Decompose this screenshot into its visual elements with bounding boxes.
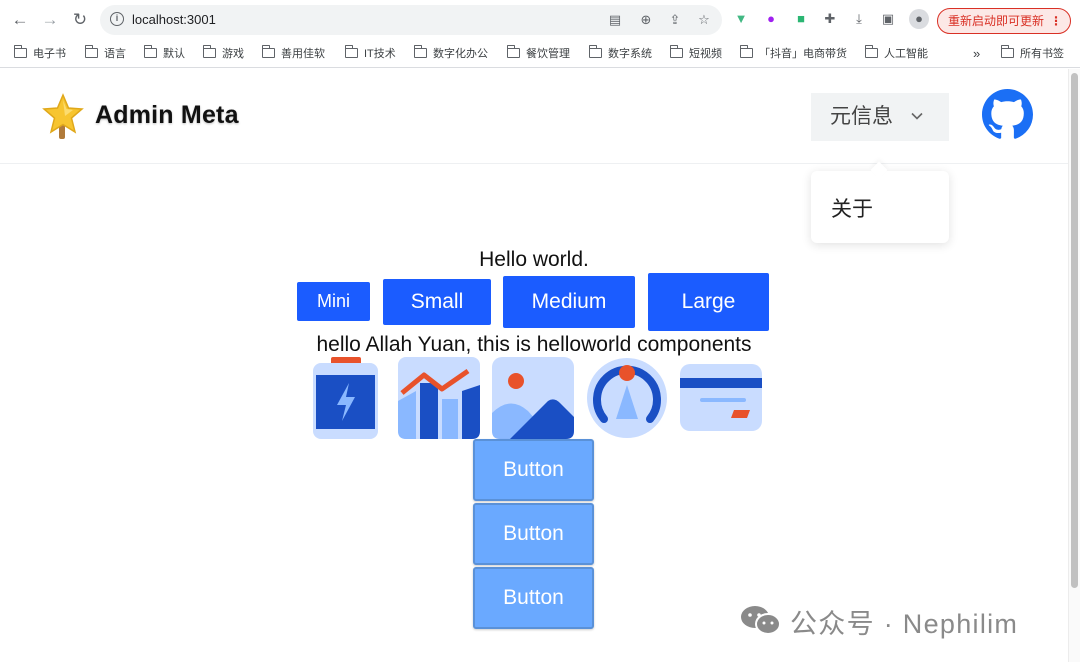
url-text[interactable]: localhost:3001 bbox=[132, 12, 216, 27]
share-icon[interactable]: ⇪ bbox=[668, 13, 682, 27]
site-header: Admin Meta 元信息 bbox=[0, 69, 1068, 164]
stacked-button[interactable]: Button bbox=[473, 503, 594, 565]
meta-info-menu: 关于 bbox=[811, 171, 949, 243]
medium-button[interactable]: Medium bbox=[503, 276, 635, 328]
hello-text: Hello world. bbox=[479, 248, 589, 271]
greeting-text: hello Allah Yuan, this is helloworld com… bbox=[316, 333, 752, 356]
more-menu-icon: ⋮ bbox=[1050, 14, 1062, 28]
watermark-text: 公众号 · Nephilim bbox=[790, 609, 1019, 639]
bookmark-folder[interactable]: 默认 bbox=[143, 45, 185, 63]
all-bookmarks-folder[interactable]: 所有书签 bbox=[1000, 45, 1064, 63]
trend-chart-icon bbox=[398, 357, 480, 439]
bookmarks-bar: 电子书 语言 默认 游戏 善用佳软 IT技术 数字化办公 餐饮管理 数字系统 短… bbox=[0, 40, 1080, 68]
site-info-icon[interactable]: i bbox=[110, 12, 124, 26]
bookmarks-overflow-button[interactable]: » bbox=[973, 45, 980, 63]
folder-icon bbox=[864, 45, 878, 58]
bookmark-folder[interactable]: 善用佳软 bbox=[261, 45, 325, 63]
bookmark-folder[interactable]: 人工智能 bbox=[864, 45, 928, 63]
github-icon[interactable] bbox=[982, 89, 1033, 140]
bookmark-folder[interactable]: IT技术 bbox=[344, 45, 396, 63]
folder-icon bbox=[506, 45, 520, 58]
bookmark-folder[interactable]: 「抖音」电商带货 bbox=[739, 45, 847, 63]
battery-charge-icon bbox=[313, 357, 378, 439]
folder-icon bbox=[13, 45, 27, 58]
folder-icon bbox=[261, 45, 275, 58]
meta-info-dropdown[interactable]: 元信息 bbox=[811, 93, 949, 141]
reload-icon[interactable]: ↻ bbox=[70, 10, 90, 30]
folder-icon bbox=[413, 45, 427, 58]
scrollbar-thumb[interactable] bbox=[1071, 73, 1078, 588]
vue-devtools-icon[interactable]: ▼ bbox=[733, 11, 749, 27]
folder-icon bbox=[1000, 45, 1014, 58]
bookmark-folder[interactable]: 语言 bbox=[84, 45, 126, 63]
bookmark-folder[interactable]: 数字系统 bbox=[588, 45, 652, 63]
landscape-image-icon bbox=[492, 357, 574, 439]
credit-card-icon bbox=[680, 364, 762, 431]
folder-icon bbox=[669, 45, 683, 58]
back-arrow-icon[interactable]: ← bbox=[10, 10, 30, 30]
stacked-button[interactable]: Button bbox=[473, 567, 594, 629]
large-button[interactable]: Large bbox=[648, 273, 769, 331]
restart-update-label: 重新启动即可更新 bbox=[948, 14, 1045, 28]
meta-info-dropdown-label: 元信息 bbox=[830, 105, 893, 128]
translate-icon[interactable]: ▤ bbox=[608, 13, 622, 27]
extensions-puzzle-icon[interactable]: ✚ bbox=[822, 11, 838, 27]
bookmark-folder[interactable]: 短视频 bbox=[669, 45, 722, 63]
bookmark-folder[interactable]: 数字化办公 bbox=[413, 45, 488, 63]
extension-purple-icon[interactable]: ● bbox=[763, 11, 779, 27]
bookmark-star-icon[interactable]: ☆ bbox=[697, 13, 711, 27]
profile-avatar-icon[interactable]: ● bbox=[909, 9, 929, 29]
small-button[interactable]: Small bbox=[383, 279, 491, 325]
forward-arrow-icon[interactable]: → bbox=[40, 10, 60, 30]
bookmark-folder[interactable]: 游戏 bbox=[202, 45, 244, 63]
chevron-down-icon bbox=[911, 112, 923, 120]
folder-icon bbox=[143, 45, 157, 58]
bookmark-folder[interactable]: 电子书 bbox=[13, 45, 66, 63]
side-panel-icon[interactable]: ▣ bbox=[880, 11, 896, 27]
browser-toolbar: ← → ↻ i localhost:3001 ▤ ⊕ ⇪ ☆ ▼ ● ■ ✚ ⤓… bbox=[0, 0, 1080, 40]
wechat-icon bbox=[741, 606, 781, 635]
zoom-icon[interactable]: ⊕ bbox=[639, 13, 653, 27]
site-title[interactable]: Admin Meta bbox=[95, 101, 239, 130]
address-bar[interactable]: i localhost:3001 ▤ ⊕ ⇪ ☆ bbox=[100, 5, 722, 35]
mini-button[interactable]: Mini bbox=[297, 282, 370, 321]
gauge-icon bbox=[587, 358, 667, 438]
folder-icon bbox=[588, 45, 602, 58]
folder-icon bbox=[739, 45, 753, 58]
download-icon[interactable]: ⤓ bbox=[851, 11, 867, 27]
star-logo-icon bbox=[42, 93, 84, 139]
page-scrollbar[interactable] bbox=[1068, 69, 1080, 662]
restart-update-button[interactable]: 重新启动即可更新 ⋮ bbox=[937, 8, 1071, 34]
folder-icon bbox=[344, 45, 358, 58]
bookmark-folder[interactable]: 餐饮管理 bbox=[506, 45, 570, 63]
folder-icon bbox=[84, 45, 98, 58]
menu-item-about[interactable]: 关于 bbox=[831, 193, 873, 223]
folder-icon bbox=[202, 45, 216, 58]
extension-green-icon[interactable]: ■ bbox=[793, 11, 809, 27]
page-viewport: Admin Meta 元信息 关于 Hello world. Mini Smal… bbox=[0, 69, 1068, 662]
stacked-button[interactable]: Button bbox=[473, 439, 594, 501]
